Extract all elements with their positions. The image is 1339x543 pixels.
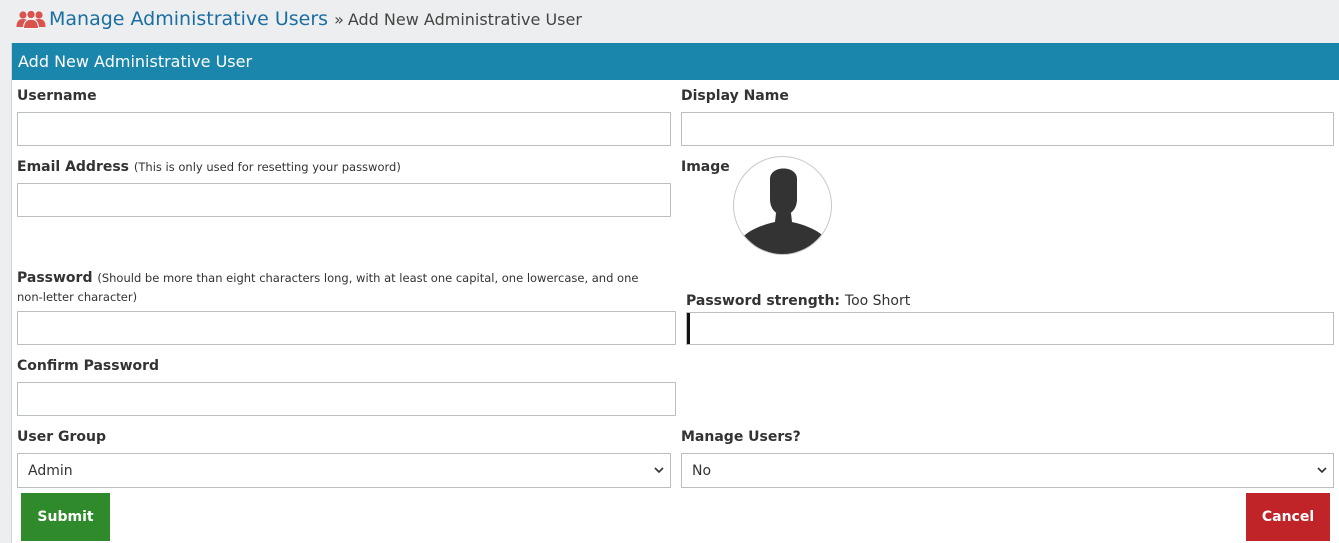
- manage-users-selected: No: [692, 462, 712, 479]
- password-strength-meter: [686, 312, 1334, 345]
- confirm-password-label: Confirm Password: [17, 358, 160, 374]
- chevron-down-icon: [654, 467, 664, 474]
- cancel-button[interactable]: Cancel: [1246, 493, 1330, 541]
- email-label-text: Email Address: [17, 159, 130, 175]
- submit-button[interactable]: Submit: [21, 493, 110, 541]
- breadcrumb-separator: »: [334, 9, 344, 29]
- add-user-panel: Add New Administrative User Username Dis…: [11, 43, 1339, 543]
- breadcrumb-current: Add New Administrative User: [347, 9, 582, 29]
- password-strength-label: Password strength: Too Short: [686, 293, 910, 309]
- username-input[interactable]: [17, 112, 671, 146]
- user-group-selected: Admin: [28, 462, 73, 479]
- avatar-upload[interactable]: [733, 156, 832, 255]
- email-hint: (This is only used for resetting your pa…: [133, 160, 401, 174]
- person-silhouette-icon: [737, 168, 830, 254]
- breadcrumb-parent-link[interactable]: Manage Administrative Users: [49, 8, 328, 30]
- chevron-down-icon: [1317, 467, 1327, 474]
- panel-title: Add New Administrative User: [12, 43, 1339, 80]
- password-label: Password (Should be more than eight char…: [17, 269, 667, 307]
- user-group-label: User Group: [17, 429, 106, 445]
- email-input[interactable]: [17, 183, 671, 217]
- display-name-label: Display Name: [681, 88, 789, 104]
- username-label: Username: [17, 88, 97, 104]
- user-group-select[interactable]: Admin: [17, 453, 671, 488]
- password-strength-value: Too Short: [844, 293, 911, 309]
- display-name-input[interactable]: [681, 112, 1334, 146]
- manage-users-label: Manage Users?: [681, 429, 801, 445]
- breadcrumb: Manage Administrative Users » Add New Ad…: [16, 6, 582, 32]
- manage-users-select[interactable]: No: [681, 453, 1334, 488]
- password-strength-label-text: Password strength:: [686, 293, 841, 309]
- password-hint: (Should be more than eight characters lo…: [17, 271, 639, 304]
- image-label: Image: [681, 159, 730, 175]
- email-label: Email Address (This is only used for res…: [17, 159, 401, 175]
- password-strength-bar: [687, 313, 690, 344]
- password-label-text: Password: [17, 270, 93, 286]
- password-input[interactable]: [17, 311, 676, 345]
- confirm-password-input[interactable]: [17, 382, 676, 416]
- users-icon: [16, 9, 46, 29]
